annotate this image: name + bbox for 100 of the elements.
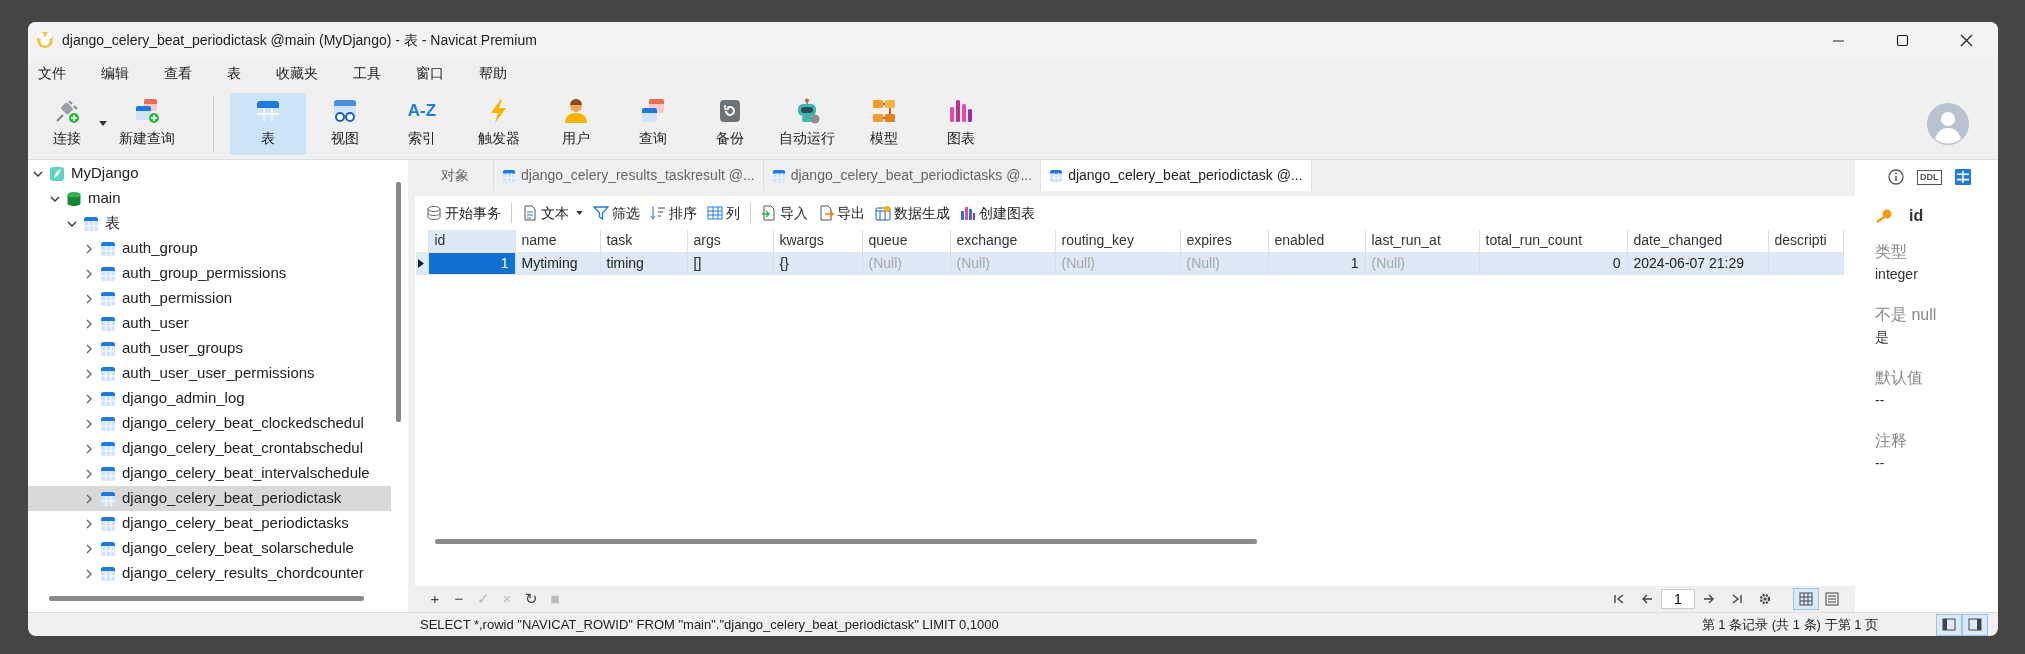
view-toggle-button[interactable]	[1793, 588, 1819, 610]
tree-item[interactable]: django_celery_beat_periodictask	[28, 486, 391, 511]
toolbar-button[interactable]: 文本	[517, 200, 588, 226]
tree-item[interactable]: main	[28, 186, 391, 211]
diagram-icon	[871, 98, 897, 124]
menu-item[interactable]: 查看	[158, 62, 207, 84]
tab[interactable]: 对象	[415, 160, 494, 191]
tree-item[interactable]: auth_permission	[28, 286, 391, 311]
grid-view-icon	[1799, 592, 1813, 606]
restore-icon	[717, 98, 743, 124]
new-query-button[interactable]: 新建查询	[107, 92, 187, 155]
tree-item[interactable]: 表	[28, 211, 391, 236]
column-header[interactable]: total_run_count	[1479, 230, 1627, 252]
tree-item[interactable]: auth_user_user_permissions	[28, 361, 391, 386]
column-header[interactable]: expires	[1180, 230, 1268, 252]
toolbar-button[interactable]: 导出	[813, 200, 870, 226]
record-info: 第 1 条记录 (共 1 条) 于第 1 页	[1701, 615, 1878, 634]
edit-button[interactable]: ↻	[519, 587, 543, 611]
bar-chart-icon	[960, 205, 976, 221]
toolbar-button[interactable]: 备份	[692, 92, 768, 155]
toolbar-button[interactable]: 用户	[538, 92, 614, 155]
column-header[interactable]: kwargs	[773, 230, 862, 252]
toolbar-button[interactable]: 自动运行	[769, 92, 845, 155]
column-header[interactable]: exchange	[950, 230, 1055, 252]
column-header[interactable]: task	[600, 230, 687, 252]
table-icon	[100, 515, 116, 532]
tree-item[interactable]: django_celery_results_chordcounter	[28, 561, 391, 584]
panel-tab[interactable]	[1953, 168, 1972, 186]
column-header[interactable]: date_changed	[1627, 230, 1768, 252]
toolbar-button[interactable]: 表	[230, 92, 306, 155]
edit-button[interactable]: +	[423, 587, 447, 611]
toolbar-button[interactable]: 导入	[756, 200, 813, 226]
connect-button[interactable]: 连接	[36, 92, 98, 155]
panel-tab[interactable]	[1887, 168, 1905, 186]
tree-item[interactable]: django_celery_beat_periodictasks	[28, 511, 391, 536]
toolbar-button[interactable]: 数据生成	[870, 200, 955, 226]
tree-item[interactable]: auth_user_groups	[28, 336, 391, 361]
tree-item[interactable]: auth_group_permissions	[28, 261, 391, 286]
tree-item[interactable]: django_celery_beat_solarschedule	[28, 536, 391, 561]
form-view-icon	[1825, 592, 1839, 606]
menu-item[interactable]: 文件	[32, 62, 81, 84]
menu-item[interactable]: 表	[221, 62, 256, 84]
column-header[interactable]: enabled	[1268, 230, 1365, 252]
scrollbar-thumb[interactable]	[435, 538, 1257, 544]
menu-item[interactable]: 收藏夹	[270, 62, 333, 84]
menu-item[interactable]: 编辑	[95, 62, 144, 84]
tab[interactable]: django_celery_beat_periodictask @...	[1041, 160, 1312, 191]
column-header[interactable]: last_run_at	[1365, 230, 1479, 252]
panel-tab[interactable]: DDL	[1917, 168, 1942, 186]
next-page-icon[interactable]	[1703, 593, 1715, 605]
toolbar-button[interactable]: 图表	[923, 92, 999, 155]
tree-item[interactable]: auth_user	[28, 311, 391, 336]
property-label: 默认值	[1875, 368, 1924, 388]
toolbar-button[interactable]: 模型	[846, 92, 922, 155]
column-header[interactable]: queue	[862, 230, 950, 252]
menu-item[interactable]: 帮助	[473, 62, 522, 84]
toolbar-button[interactable]: A-Z 索引	[384, 92, 460, 155]
toolbar-button[interactable]: 排序	[645, 200, 702, 226]
page-field[interactable]: 1	[1661, 589, 1695, 609]
toolbar-button[interactable]: 查询	[615, 92, 691, 155]
tree-item[interactable]: django_celery_beat_crontabschedul	[28, 436, 391, 461]
column-header[interactable]: descripti	[1768, 230, 1843, 252]
tree-item[interactable]: django_celery_beat_intervalschedule	[28, 461, 391, 486]
previous-page-icon[interactable]	[1641, 593, 1653, 605]
column-header[interactable]: id	[428, 230, 515, 252]
column-header[interactable]: name	[515, 230, 600, 252]
toolbar-button[interactable]: 筛选	[588, 200, 645, 226]
last-page-icon[interactable]	[1731, 593, 1743, 605]
caret-icon[interactable]	[99, 121, 107, 126]
toolbar-button[interactable]: 创建图表	[955, 200, 1040, 226]
edit-button[interactable]: −	[447, 587, 471, 611]
scrollbar-thumb[interactable]	[49, 595, 364, 601]
menu-item[interactable]: 工具	[347, 62, 396, 84]
sql-text: SELECT *,rowid "NAVICAT_ROWID" FROM "main"."django_celery_beat_periodictask" LIMIT 0,1000	[420, 615, 999, 634]
first-page-icon[interactable]	[1613, 593, 1625, 605]
tree-item[interactable]: auth_group	[28, 236, 391, 261]
settings-icon[interactable]	[1759, 593, 1771, 605]
toolbar-button[interactable]: 列	[702, 200, 745, 226]
toolbar-button[interactable]: 视图	[307, 92, 383, 155]
panel-toggle-button[interactable]	[1962, 613, 1988, 636]
scrollbar-thumb[interactable]	[396, 182, 401, 422]
table-icon	[502, 168, 516, 183]
bar-chart-icon	[948, 98, 974, 124]
property-label: 注释	[1875, 431, 1908, 451]
table-plus-icon	[134, 98, 160, 124]
tree-item[interactable]: django_admin_log	[28, 386, 391, 411]
tree-item[interactable]: MyDjango	[28, 161, 391, 186]
tab[interactable]: django_celery_results_taskresult @...	[494, 160, 764, 191]
toolbar-button[interactable]: 开始事务	[421, 200, 506, 226]
field-name: id	[1909, 206, 1924, 226]
menu-item[interactable]: 窗口	[410, 62, 459, 84]
property-value: --	[1875, 454, 1886, 473]
property-value: 是	[1875, 328, 1890, 347]
tree-item[interactable]: django_celery_beat_clockedschedul	[28, 411, 391, 436]
column-header[interactable]: args	[687, 230, 773, 252]
column-header[interactable]: routing_key	[1055, 230, 1180, 252]
caret-icon	[576, 211, 583, 215]
panel-toggle-button[interactable]	[1936, 613, 1962, 636]
window-title: django_celery_beat_periodictask @main (MyDjango) - 表 - Navicat Premium	[62, 30, 537, 50]
toolbar-button[interactable]: 触发器	[461, 92, 537, 155]
